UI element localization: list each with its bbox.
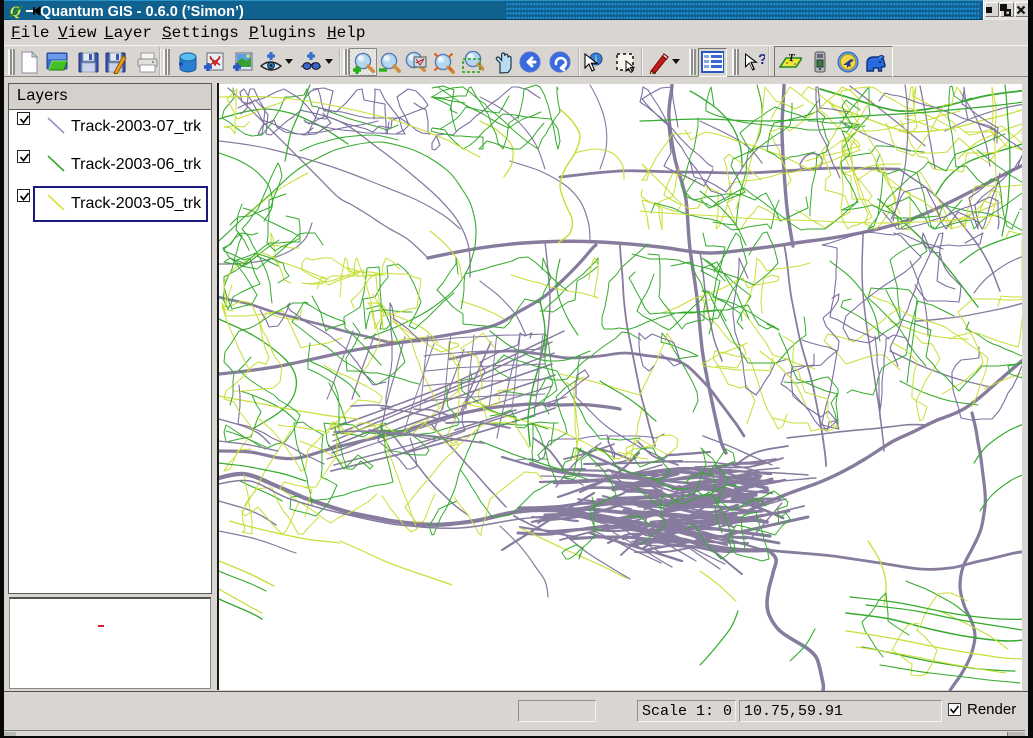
svg-text:?: ? — [758, 51, 765, 68]
